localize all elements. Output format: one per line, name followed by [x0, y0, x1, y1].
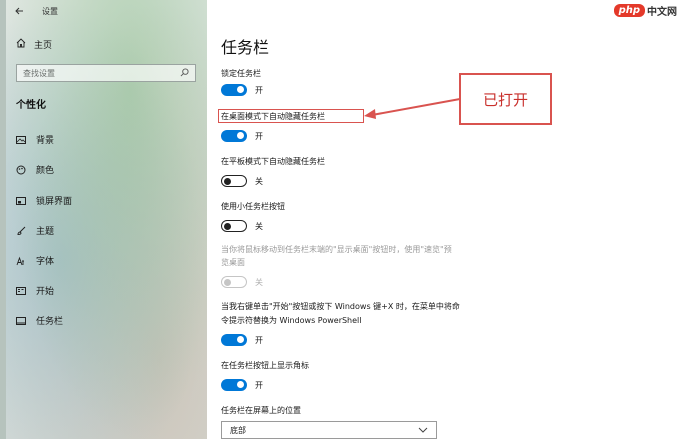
font-icon — [16, 256, 26, 266]
taskbar-position-select[interactable]: 底部 — [221, 421, 437, 439]
sidebar-item-start[interactable]: 开始 — [16, 284, 54, 297]
toggle-state: 开 — [255, 131, 263, 141]
peek-toggle-row: 关 — [221, 276, 263, 288]
setting-label-line2: 令提示符替换为 Windows PowerShell — [221, 316, 362, 325]
small-buttons-toggle-row: 关 — [221, 220, 263, 232]
setting-label: 在任务栏按钮上显示角标 — [221, 361, 309, 370]
sidebar-item-label: 任务栏 — [36, 317, 64, 327]
sidebar-item-label: 锁屏界面 — [36, 197, 73, 207]
lock-taskbar-toggle-row: 开 — [221, 84, 263, 96]
annotation-arrow-icon — [364, 98, 461, 119]
badges-toggle[interactable] — [221, 379, 247, 391]
setting-label: 当你将鼠标移动到任务栏末端的"显示桌面"按钮时，使用"速览"预 — [221, 245, 452, 254]
watermark-site: 中文网 — [647, 7, 677, 18]
autohide-tablet-toggle[interactable] — [221, 175, 247, 187]
sidebar-item-fonts[interactable]: 字体 — [16, 254, 54, 267]
setting-label: 使用小任务栏按钮 — [221, 202, 285, 211]
position-label: 任务栏在屏幕上的位置 — [221, 406, 301, 415]
toggle-state: 关 — [255, 176, 263, 186]
search-input[interactable]: 查找设置 — [16, 64, 196, 82]
autohide-tablet-toggle-row: 关 — [221, 175, 263, 187]
toggle-state: 开 — [255, 85, 263, 95]
window-title: 设置 — [42, 6, 58, 16]
sidebar-item-label: 颜色 — [36, 166, 55, 176]
window-edge — [0, 0, 6, 439]
lock-screen-icon — [16, 196, 26, 206]
watermark-brand: php — [613, 4, 645, 17]
page-title: 任务栏 — [221, 38, 270, 57]
toggle-state: 关 — [255, 221, 263, 231]
toggle-state: 开 — [255, 335, 263, 345]
setting-label: 当我右键单击"开始"按钮或按下 Windows 键+X 时，在菜单中将命 — [221, 302, 460, 311]
nav-home-label: 主页 — [34, 41, 53, 51]
select-value: 底部 — [230, 425, 246, 435]
sidebar-item-lock-screen[interactable]: 锁屏界面 — [16, 194, 72, 207]
powershell-toggle-row: 开 — [221, 334, 263, 346]
setting-label: 在平板模式下自动隐藏任务栏 — [221, 157, 325, 166]
setting-label: 锁定任务栏 — [221, 69, 261, 78]
autohide-desktop-toggle-row: 开 — [221, 130, 263, 142]
powershell-toggle[interactable] — [221, 334, 247, 346]
sidebar-item-label: 背景 — [36, 136, 55, 146]
setting-label-line2: 览桌面 — [221, 258, 245, 267]
small-buttons-toggle[interactable] — [221, 220, 247, 232]
peek-toggle — [221, 276, 247, 288]
home-icon — [16, 38, 26, 51]
section-title: 个性化 — [16, 100, 46, 111]
titlebar: 设置 — [14, 4, 58, 18]
search-placeholder: 查找设置 — [23, 68, 55, 78]
autohide-desktop-toggle[interactable] — [221, 130, 247, 142]
annotation-callout: 已打开 — [459, 73, 552, 125]
badges-toggle-row: 开 — [221, 379, 263, 391]
nav-home[interactable]: 主页 — [16, 38, 52, 51]
palette-icon — [16, 165, 26, 175]
sidebar-item-background[interactable]: 背景 — [16, 133, 54, 146]
chevron-down-icon — [418, 426, 428, 435]
brush-icon — [16, 226, 26, 236]
sidebar-item-label: 字体 — [36, 257, 55, 267]
sidebar-item-label: 开始 — [36, 287, 55, 297]
annotation-highlight-box — [218, 109, 364, 123]
start-icon — [16, 286, 26, 296]
sidebar-item-label: 主题 — [36, 227, 55, 237]
watermark-logo: php 中文网 — [613, 3, 677, 18]
lock-taskbar-toggle[interactable] — [221, 84, 247, 96]
search-icon[interactable] — [180, 67, 189, 79]
sidebar-item-colors[interactable]: 颜色 — [16, 163, 54, 176]
sidebar-item-taskbar[interactable]: 任务栏 — [16, 314, 63, 327]
sidebar-item-themes[interactable]: 主题 — [16, 224, 54, 237]
picture-icon — [16, 135, 26, 145]
toggle-state: 开 — [255, 380, 263, 390]
main-content: 任务栏 锁定任务栏 开 在桌面模式下自动隐藏任务栏 开 在平板模式下自动隐藏任务… — [207, 0, 683, 439]
sidebar: 设置 主页 查找设置 个性化 背景 颜色 锁屏界面 主题 字体 开始 任务栏 — [0, 0, 207, 439]
back-arrow-icon[interactable] — [14, 6, 24, 16]
taskbar-icon — [16, 316, 26, 326]
toggle-state: 关 — [255, 277, 263, 287]
